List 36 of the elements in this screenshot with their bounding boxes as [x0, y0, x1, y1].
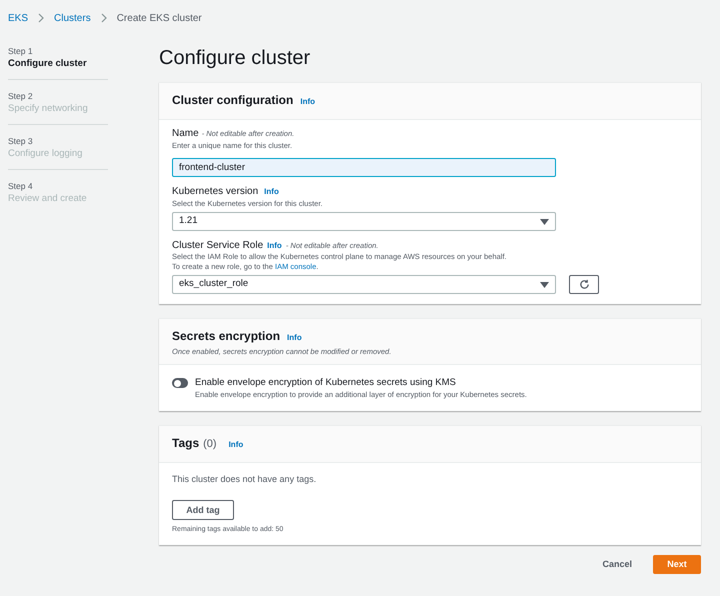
field-label: Kubernetes version: [172, 186, 258, 198]
step-number: Step 2: [8, 90, 34, 102]
page-title: Configure cluster: [159, 46, 312, 70]
refresh-icon: [578, 279, 590, 290]
breadcrumb-link[interactable]: Clusters: [54, 10, 91, 26]
chevron-icon: [38, 13, 44, 23]
caret-icon: [540, 282, 549, 288]
toggle-switch[interactable]: [172, 378, 188, 388]
chevron-icon: [100, 13, 107, 23]
card-title: Cluster configuration: [172, 92, 294, 108]
info-link[interactable]: Info: [287, 330, 302, 346]
info-link[interactable]: Info: [228, 437, 244, 453]
step-number: Step 1: [8, 45, 34, 57]
step-number: Step 3: [8, 135, 34, 147]
name-input[interactable]: frontend-cluster: [172, 158, 556, 177]
step-link[interactable]: Configure cluster: [8, 57, 108, 71]
breadcrumb-current: Create EKS cluster: [116, 12, 202, 26]
info-link[interactable]: Info: [267, 240, 282, 252]
card-title: Secrets encryption: [172, 328, 280, 344]
step-number: Step 4: [8, 180, 34, 192]
add-tag-button[interactable]: Add tag: [172, 500, 234, 520]
next-button[interactable]: Next: [653, 555, 701, 574]
field-label: Name: [172, 128, 199, 140]
toggle-label: Enable envelope encryption of Kubernetes secrets using KMS: [195, 376, 457, 389]
info-link[interactable]: Info: [264, 186, 279, 198]
tag-count: (0): [203, 437, 217, 452]
info-link[interactable]: Info: [300, 94, 316, 110]
cancel-button[interactable]: Cancel: [596, 555, 638, 574]
field-label: Cluster Service Role: [172, 240, 264, 252]
empty-message: This cluster does not have any tags.: [172, 473, 318, 486]
refresh-button[interactable]: [569, 275, 599, 294]
caret-icon: [540, 218, 549, 224]
select-field[interactable]: eks_cluster_role: [172, 275, 556, 294]
breadcrumb-link[interactable]: EKS: [8, 10, 28, 26]
select-field[interactable]: 1.21: [172, 212, 556, 231]
card-title: Tags: [172, 435, 200, 451]
